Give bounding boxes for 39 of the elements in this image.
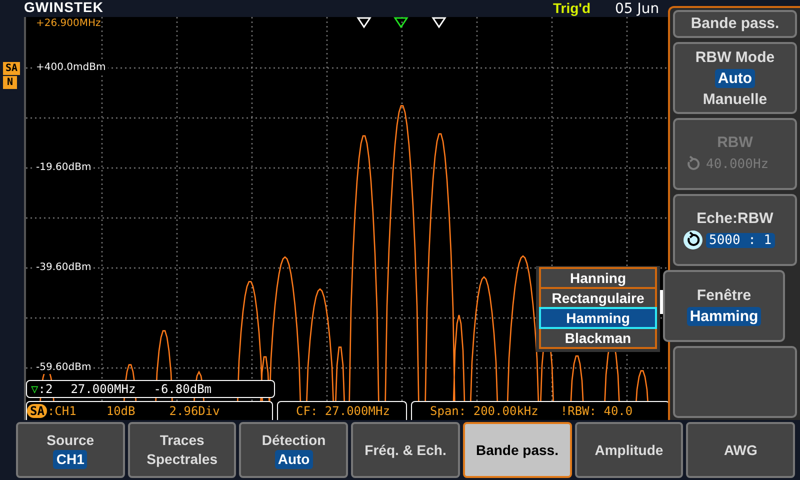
rbw-mode-button[interactable]: RBW Mode Auto Manuelle <box>673 42 797 114</box>
dropdown-option[interactable]: Rectangulaire <box>539 287 657 309</box>
center-frequency-panel: CF: 27.000MHz <box>277 401 407 420</box>
rbw-text: !RBW: 40.0 <box>560 404 633 418</box>
softkey-button[interactable]: AWG <box>686 422 796 478</box>
channel-text: :CH1 <box>47 404 76 418</box>
softkey-button[interactable]: Source CH1 <box>16 422 125 478</box>
dropdown-option[interactable]: Hamming <box>539 307 657 329</box>
dropdown-option[interactable]: Blackman <box>539 327 657 349</box>
marker-index: ▽:2 <box>31 382 53 396</box>
blank-button[interactable] <box>673 346 797 418</box>
brand-logo: GWINSTEK <box>24 0 104 15</box>
mode-tag: SA <box>27 404 48 418</box>
setting-value: 5000 : 1 <box>706 232 775 248</box>
menu-button[interactable]: Eche:RBW 5000 : 1 <box>673 194 797 266</box>
mode-option: Manuelle <box>702 90 768 108</box>
menu-button[interactable]: Fenêtre Hamming <box>663 270 785 342</box>
knob-icon <box>683 230 703 250</box>
level-label: -59.60dBm <box>34 362 94 374</box>
channel-tag: SA <box>3 62 20 75</box>
position-text: 2.96Div <box>169 404 220 418</box>
trigger-status: Trig'd <box>553 0 591 16</box>
softkey-button[interactable]: Traces Spectrales <box>128 422 236 478</box>
setting-value: 40.000Hz <box>706 156 769 172</box>
softkey-button[interactable]: Détection Auto <box>239 422 348 478</box>
level-label: +400.0mdBm <box>34 62 108 74</box>
softkey-button[interactable]: Bande pass. <box>462 422 572 478</box>
mode-option: Auto <box>714 68 756 88</box>
dropdown-option[interactable]: Hanning <box>539 267 657 289</box>
marker-frequency: 27.000MHz <box>70 382 136 396</box>
menu-title: Bande pass. <box>673 10 797 38</box>
softkey-button[interactable]: Fréq. & Ech. <box>351 422 460 478</box>
channel-subtag: N <box>3 76 17 89</box>
setting-value: Hamming <box>686 306 762 326</box>
date-text: 05 Jun <box>615 1 660 17</box>
softkey-button[interactable]: Amplitude <box>574 422 684 478</box>
span-text: Span: 200.00kHz <box>430 404 538 418</box>
marker-level: -6.80dBm <box>154 382 212 396</box>
scale-text: 10dB <box>106 404 136 418</box>
